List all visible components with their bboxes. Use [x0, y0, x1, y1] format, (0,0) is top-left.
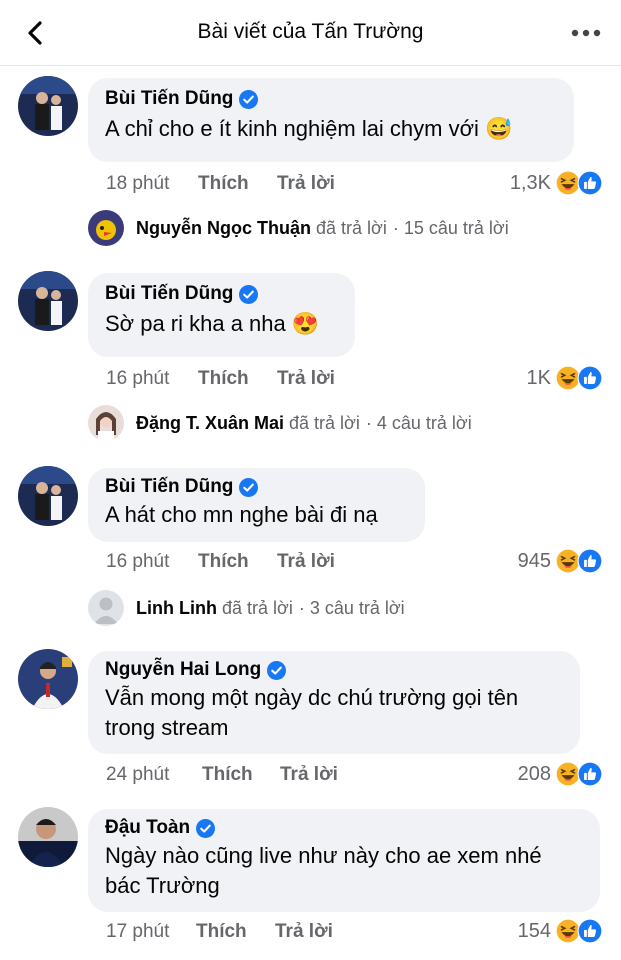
replier-name: Nguyễn Ngọc Thuận: [136, 217, 311, 238]
avatar[interactable]: [18, 76, 78, 136]
reaction-count: 945: [517, 549, 551, 572]
commenter-name: Bùi Tiến Dũng: [105, 88, 557, 110]
top-bar: Bài viết của Tấn Trường: [0, 0, 621, 66]
heart-eyes-emoji-icon: 😍: [291, 311, 320, 336]
like-button[interactable]: Thích: [198, 173, 277, 195]
grinning-sweat-emoji-icon: 😅: [485, 116, 513, 141]
commenter-name: Đậu Toàn: [105, 817, 583, 839]
reaction-summary[interactable]: 208: [518, 761, 603, 787]
like-button[interactable]: Thích: [202, 764, 280, 786]
reaction-count: 1,3K: [509, 171, 551, 194]
reply-count: · 3 câu trả lời: [298, 597, 405, 618]
reply-button[interactable]: Trả lời: [277, 173, 335, 195]
avatar: [88, 590, 124, 626]
like-icon: [577, 918, 603, 944]
comment-bubble[interactable]: Đậu Toàn Ngày nào cũng live như này cho …: [88, 809, 600, 912]
replier-name: Linh Linh: [136, 597, 217, 618]
commenter-name: Bùi Tiến Dũng: [105, 476, 408, 498]
comment-text: Sờ pa ri kha a nha 😍: [105, 311, 320, 336]
reaction-summary[interactable]: 945: [518, 548, 603, 574]
comment-time: 24 phút: [106, 764, 170, 785]
reaction-summary[interactable]: 1K: [527, 365, 603, 391]
more-options-icon[interactable]: [569, 22, 603, 44]
comment-time: 17 phút: [106, 921, 170, 942]
avatar: [88, 210, 124, 246]
reaction-summary[interactable]: 154: [518, 918, 603, 944]
comment-bubble[interactable]: Bùi Tiến Dũng A chỉ cho e ít kinh nghiệm…: [88, 78, 574, 162]
like-icon: [577, 365, 603, 391]
avatar[interactable]: [18, 807, 78, 867]
replied-text: đã trả lời: [316, 217, 387, 238]
comment-text: A chỉ cho e ít kinh nghiệm lai chym với …: [105, 116, 513, 141]
reply-button[interactable]: Trả lời: [280, 764, 338, 786]
like-icon: [577, 761, 603, 787]
reaction-count: 1K: [526, 366, 551, 389]
comment-text: Vẫn mong một ngày dc chú trường gọi tên …: [105, 685, 519, 740]
replier-name: Đặng T. Xuân Mai: [136, 412, 285, 433]
comment-meta: 18 phút Thích Trả lời: [106, 173, 335, 195]
avatar: [88, 405, 124, 441]
view-replies-link[interactable]: Nguyễn Ngọc Thuận đã trả lời · 15 câu tr…: [88, 210, 509, 246]
comment-text: A hát cho mn nghe bài đi nạ: [105, 502, 378, 527]
reaction-count: 154: [517, 919, 551, 942]
page-title: Bài viết của Tấn Trường: [197, 20, 424, 43]
reaction-count: 208: [517, 762, 551, 785]
reply-count: · 15 câu trả lời: [392, 217, 509, 238]
comment-bubble[interactable]: Nguyễn Hai Long Vẫn mong một ngày dc chú…: [88, 651, 580, 754]
reply-count: · 4 câu trả lời: [365, 412, 472, 433]
comment-text: Ngày nào cũng live như này cho ae xem nh…: [105, 843, 542, 898]
verified-badge-icon: [267, 661, 286, 680]
avatar[interactable]: [18, 649, 78, 709]
verified-badge-icon: [196, 819, 215, 838]
like-button[interactable]: Thích: [198, 551, 277, 573]
comment-meta: 17 phút Thích Trả lời: [106, 921, 333, 943]
view-replies-link[interactable]: Linh Linh đã trả lời · 3 câu trả lời: [88, 590, 405, 626]
comment-time: 16 phút: [106, 551, 170, 572]
comment-bubble[interactable]: Bùi Tiến Dũng Sờ pa ri kha a nha 😍: [88, 273, 355, 357]
avatar[interactable]: [18, 271, 78, 331]
like-icon: [577, 170, 603, 196]
comment-meta: 24 phút Thích Trả lời: [106, 764, 338, 786]
verified-badge-icon: [239, 478, 258, 497]
comment-time: 16 phút: [106, 368, 170, 389]
avatar[interactable]: [18, 466, 78, 526]
replied-text: đã trả lời: [289, 412, 360, 433]
like-button[interactable]: Thích: [198, 368, 277, 390]
verified-badge-icon: [239, 285, 258, 304]
replied-text: đã trả lời: [221, 597, 293, 618]
comment-time: 18 phút: [106, 173, 170, 194]
reply-button[interactable]: Trả lời: [277, 551, 335, 573]
commenter-name: Nguyễn Hai Long: [105, 659, 563, 681]
like-icon: [577, 548, 603, 574]
like-button[interactable]: Thích: [196, 921, 275, 943]
comment-bubble[interactable]: Bùi Tiến Dũng A hát cho mn nghe bài đi n…: [88, 468, 425, 542]
comment-meta: 16 phút Thích Trả lời: [106, 368, 335, 390]
verified-badge-icon: [239, 90, 258, 109]
reaction-summary[interactable]: 1,3K: [510, 170, 603, 196]
comment-meta: 16 phút Thích Trả lời: [106, 551, 335, 573]
commenter-name: Bùi Tiến Dũng: [105, 283, 338, 305]
reply-button[interactable]: Trả lời: [275, 921, 333, 943]
reply-button[interactable]: Trả lời: [277, 368, 335, 390]
view-replies-link[interactable]: Đặng T. Xuân Mai đã trả lời · 4 câu trả …: [88, 405, 472, 441]
